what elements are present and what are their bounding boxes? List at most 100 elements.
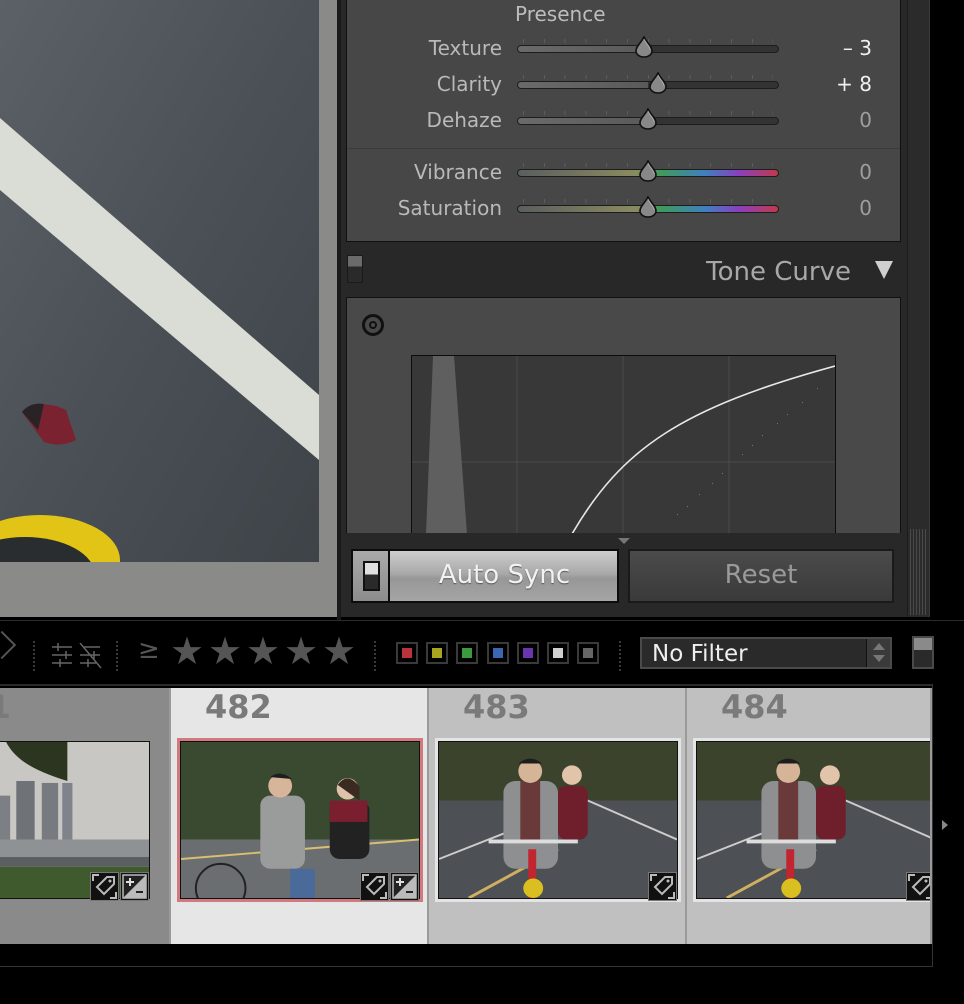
separator [116,641,118,673]
star-icon[interactable]: ★ [246,632,280,670]
thumbnail-frame[interactable] [693,738,930,902]
filmstrip-cell[interactable]: 482 [171,688,429,944]
slider-thumb[interactable] [638,196,658,218]
panel-end-marker-icon [618,538,630,544]
presence-heading: Presence [515,2,606,26]
loupe-view[interactable] [0,0,337,617]
main-photo[interactable] [0,0,319,562]
slider-thumb[interactable] [648,72,668,94]
reset-button[interactable]: Reset [628,549,894,603]
slider-clarity[interactable]: Clarity + 8 [347,72,900,102]
thumbnail-image[interactable] [696,741,930,899]
frame-number: 483 [463,688,530,726]
slider-label: Saturation [397,196,502,220]
slider-thumb[interactable] [638,160,658,182]
slider-label: Clarity [436,72,502,96]
star-icon[interactable]: ★ [208,632,242,670]
flag-filter-icon[interactable] [51,643,75,669]
keyword-tag-icon[interactable] [906,872,930,901]
star-icon[interactable]: ★ [284,632,318,670]
slider-dehaze[interactable]: Dehaze 0 [347,108,900,138]
slider-value[interactable]: 0 [859,160,872,184]
keyword-tag-icon[interactable] [90,872,119,901]
color-label-white[interactable] [547,642,569,664]
color-label-purple[interactable] [517,642,539,664]
separator [33,641,35,673]
separator [374,641,376,673]
unflag-filter-icon[interactable] [79,643,103,669]
chevron-right-icon[interactable] [0,630,17,660]
star-icon[interactable]: ★ [322,632,356,670]
thumbnail-image[interactable] [438,741,678,899]
tone-curve-line [571,365,835,533]
filmstrip-filter-bar: ≥ ★ ★ ★ ★ ★ No Filter [0,620,964,682]
color-label-green[interactable] [456,642,478,664]
auto-sync-button[interactable]: Auto Sync [351,549,619,603]
filmstrip-cell[interactable]: 481 [0,688,171,944]
basic-presence-section: Presence Texture – 3 Clarity + 8 Dehaze 0 Vibr… [346,0,901,242]
color-swatch-fill [583,648,593,658]
thumbnail-frame[interactable] [435,738,681,902]
slider-label: Dehaze [426,108,502,132]
auto-sync-label: Auto Sync [438,560,571,590]
panel-toggle-switch[interactable] [347,255,363,283]
filter-lock-switch[interactable] [912,636,934,669]
color-swatch-fill [432,648,442,658]
sync-reset-row: Auto Sync Reset [346,545,901,607]
tone-curve-header[interactable]: Tone Curve [346,248,901,294]
slider-value[interactable]: + 8 [836,72,872,96]
target-icon[interactable] [362,314,384,336]
color-label-blue[interactable] [487,642,509,664]
tone-curve-body [346,297,901,533]
auto-sync-toggle[interactable] [353,551,390,601]
filter-value: No Filter [652,641,748,667]
scrollbar-grip[interactable] [910,529,927,615]
slider-value[interactable]: – 3 [843,36,872,60]
slider-thumb[interactable] [634,36,654,58]
slider-value[interactable]: 0 [859,196,872,220]
tone-curve-title[interactable]: Tone Curve [706,257,851,287]
color-label-gray[interactable] [577,642,599,664]
rating-operator[interactable]: ≥ [138,635,160,665]
divider [0,966,932,967]
frame-number: 484 [721,688,788,726]
section-divider [347,148,900,149]
frame-number: 481 [0,688,11,726]
slider-thumb[interactable] [638,108,658,130]
toggle-switch-icon [363,561,380,591]
frame-number: 482 [205,688,272,726]
keyword-tag-icon[interactable] [360,872,389,901]
develop-adjust-icon[interactable] [120,872,149,901]
slider-value[interactable]: 0 [859,108,872,132]
slider-label: Vibrance [414,160,502,184]
slider-label: Texture [428,36,502,60]
thumbnail-frame[interactable] [0,738,153,902]
panel-scrollbar[interactable] [907,0,930,617]
filmstrip: 481 482 483 484 [0,684,932,944]
tone-curve-graph[interactable] [411,355,836,533]
histogram [426,356,467,533]
color-swatch-fill [493,648,503,658]
keyword-tag-icon[interactable] [648,872,677,901]
color-swatch-fill [402,648,412,658]
color-label-red[interactable] [396,642,418,664]
color-swatch-fill [553,648,563,658]
filmstrip-cell[interactable]: 484 [687,688,932,944]
color-swatch-fill [523,648,533,658]
select-stepper-icon[interactable] [866,639,890,667]
filmstrip-cell[interactable]: 483 [429,688,687,944]
slider-vibrance[interactable]: Vibrance 0 [347,160,900,190]
thumbnail-frame[interactable] [177,738,423,902]
divider [932,684,933,967]
develop-adjust-icon[interactable] [390,872,419,901]
slider-saturation[interactable]: Saturation 0 [347,196,900,226]
filmstrip-scroll-right-icon[interactable] [942,820,948,830]
slider-texture[interactable]: Texture – 3 [347,36,900,66]
color-swatch-fill [462,648,472,658]
star-icon[interactable]: ★ [170,632,204,670]
filter-preset-select[interactable]: No Filter [640,637,892,669]
separator [619,641,621,673]
color-label-yellow[interactable] [426,642,448,664]
curve-reference-dots [677,388,818,515]
triangle-down-icon[interactable] [875,261,893,279]
